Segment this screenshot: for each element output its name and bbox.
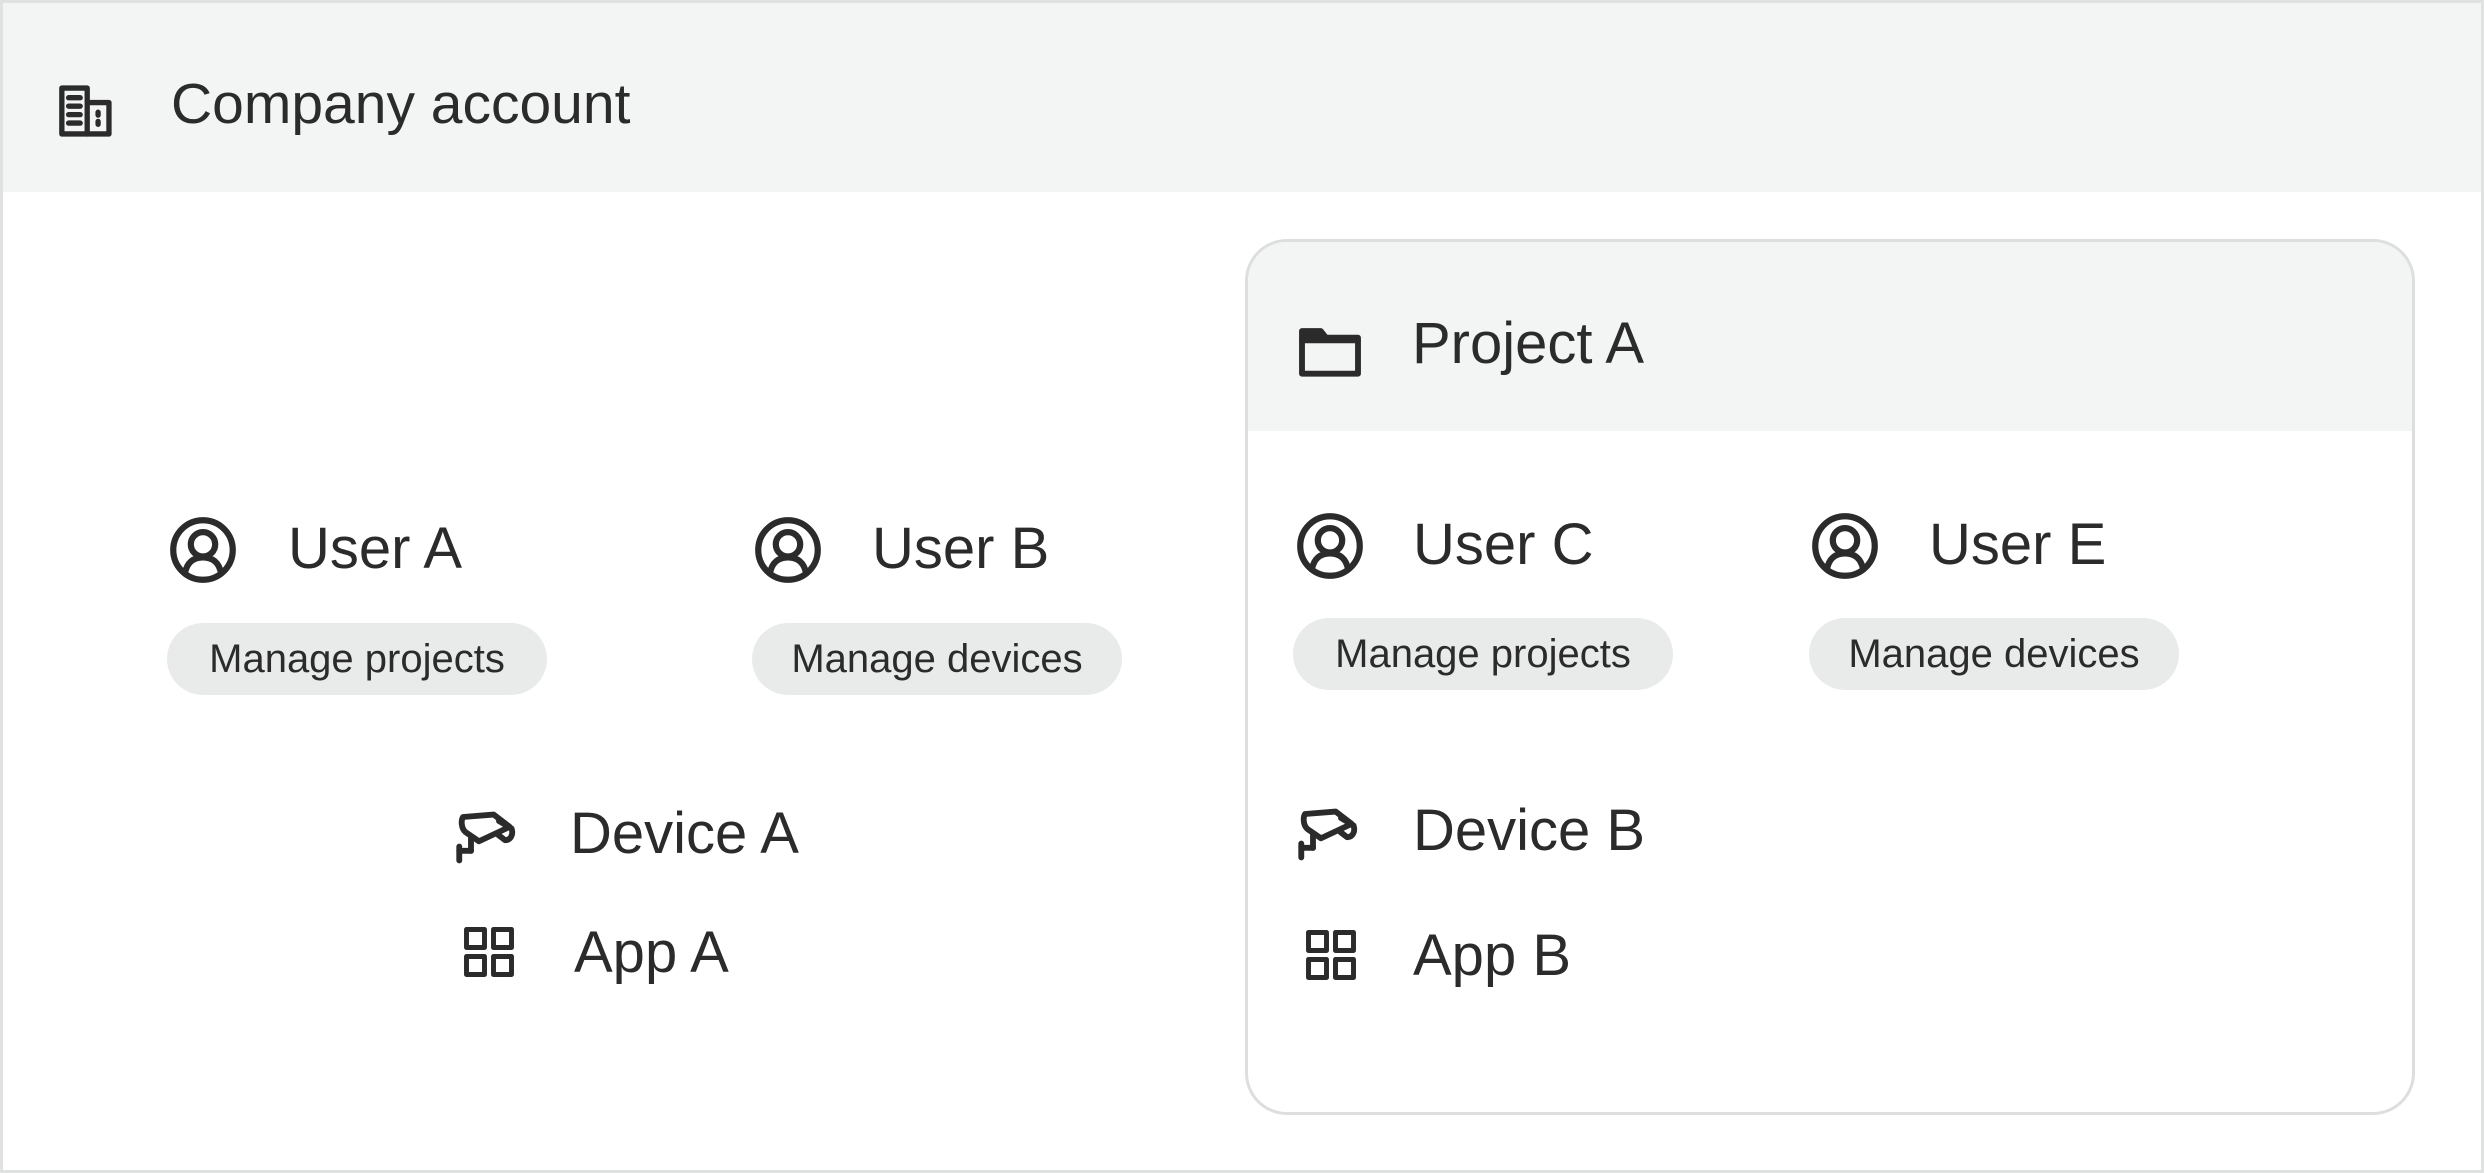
user-b-name: User B <box>872 516 1050 581</box>
folder-icon <box>1298 324 1362 378</box>
user-e-name: User E <box>1929 512 2107 577</box>
user-icon <box>169 516 237 584</box>
user-a-permission-badge: Manage projects <box>167 623 547 695</box>
company-header: Company account <box>3 3 2481 192</box>
user-b-permission-badge: Manage devices <box>752 623 1122 695</box>
camera-icon <box>454 805 520 869</box>
camera-icon <box>1296 802 1362 866</box>
user-a-name: User A <box>288 516 463 581</box>
user-icon <box>1811 512 1879 580</box>
user-e-permission-badge: Manage devices <box>1809 618 2179 690</box>
company-title: Company account <box>171 72 631 136</box>
project-header: Project A <box>1248 242 2412 431</box>
apps-grid-icon <box>462 925 516 979</box>
user-icon <box>1296 512 1364 580</box>
user-c-name: User C <box>1413 512 1594 577</box>
project-title: Project A <box>1412 311 1645 376</box>
app-b-name: App B <box>1413 923 1571 988</box>
user-icon <box>754 516 822 584</box>
user-c-permission-badge: Manage projects <box>1293 618 1673 690</box>
project-card: Project A User C Manage projects User E … <box>1245 239 2415 1115</box>
company-account-diagram: Company account User A Manage projects U… <box>0 0 2484 1173</box>
device-b-name: Device B <box>1413 798 1646 863</box>
building-icon <box>57 82 115 140</box>
device-a-name: Device A <box>570 801 799 866</box>
app-a-name: App A <box>574 920 729 985</box>
apps-grid-icon <box>1304 928 1358 982</box>
